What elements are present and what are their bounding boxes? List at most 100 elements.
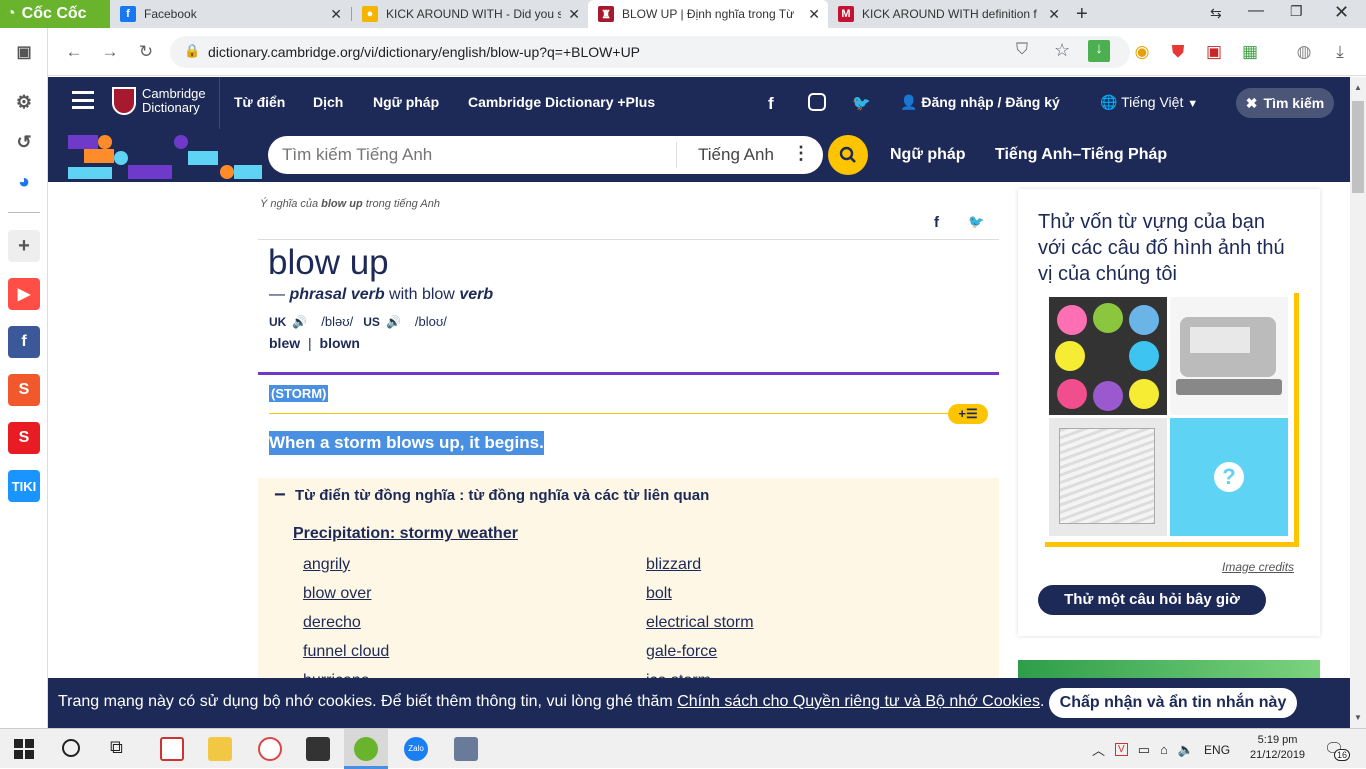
search-language-selector[interactable]: Tiếng Anh [698,145,774,165]
taskbar-app-sticky-icon[interactable] [306,737,330,761]
tab-kick-around-1[interactable]: ● KICK AROUND WITH - Did you spe ✕ [352,0,588,28]
hamburger-menu-icon[interactable] [72,91,94,109]
thesaurus-title[interactable]: Từ điển từ đồng nghĩa : từ đồng nghĩa và… [295,487,709,504]
more-options-icon[interactable]: ⋮ [792,143,810,164]
twitter-icon[interactable]: 🐦 [852,94,871,112]
synonym-link[interactable]: angrily [303,556,350,574]
coccoc-taskbar-icon[interactable] [354,737,378,761]
clock-date: 21/12/2019 [1250,749,1306,761]
taskbar-app-tool-icon[interactable] [454,737,478,761]
synonym-link[interactable]: blow over [303,585,371,603]
cookie-policy-link[interactable]: Chính sách cho Quyền riêng tư và Bộ nhớ … [677,693,1040,710]
tiki-icon[interactable]: TIKI [8,470,40,502]
url-text[interactable]: dictionary.cambridge.org/vi/dictionary/e… [208,44,640,60]
language-selector[interactable]: 🌐 Tiếng Việt ▼ [1100,94,1198,111]
tab-blow-up[interactable]: ♜ BLOW UP | Định nghĩa trong Từ điể ✕ [588,0,828,28]
profile-avatar[interactable]: ◍ [1292,40,1316,64]
close-icon[interactable]: ✕ [808,6,820,23]
facebook-icon: f [120,6,136,22]
quiz-button[interactable]: Thử một câu hỏi bây giờ [1038,585,1266,615]
synonym-link[interactable]: derecho [303,614,361,632]
language-indicator[interactable]: ENG [1204,743,1230,757]
add-to-wordlist-button[interactable]: +☰ [948,404,988,424]
thesaurus-category[interactable]: Precipitation: stormy weather [293,525,518,543]
subnav-english-french[interactable]: Tiếng Anh–Tiếng Pháp [995,146,1167,164]
login-link[interactable]: 👤 Đăng nhập / Đăng ký [900,94,1060,111]
nav-translate[interactable]: Dịch [313,94,343,110]
coccoc-logo[interactable]: ◔ Cốc Cốc [0,0,110,28]
windows-start-icon[interactable] [14,739,34,759]
extension-grid-icon[interactable]: ▦ [1238,40,1262,64]
search-button[interactable] [828,135,868,175]
messenger-icon[interactable]: ◕ [8,166,40,198]
page-scrollbar[interactable]: ▲ ▼ [1350,77,1366,728]
taskbar-app-calendar-icon[interactable] [160,737,184,761]
new-tab-icon[interactable]: + [1076,3,1088,26]
tab-menu-icon[interactable]: ⇆ [1210,5,1222,22]
bookmark-star-icon[interactable]: ☆ [1054,40,1070,61]
extension-shield-icon[interactable]: ⛊ [1166,40,1190,64]
search-toggle-button[interactable]: ✖ Tìm kiếm [1236,88,1334,118]
zalo-icon[interactable]: Zalo [404,737,428,761]
synonym-link[interactable]: blizzard [646,556,701,574]
extension-red-icon[interactable]: ▣ [1202,40,1226,64]
share-facebook-icon[interactable]: f [934,214,939,231]
volume-icon[interactable]: 🔈 [1178,742,1194,758]
close-icon[interactable]: ✕ [1048,6,1060,23]
download-icon[interactable]: ⤓ [1328,40,1352,64]
sendo-icon[interactable]: S [8,422,40,454]
forward-icon[interactable]: → [98,40,122,64]
address-bar[interactable]: 🔒 dictionary.cambridge.org/vi/dictionary… [170,36,1130,68]
synonym-link[interactable]: electrical storm [646,614,754,632]
quiz-image-frame[interactable]: ? [1045,293,1299,547]
synonym-link[interactable]: funnel cloud [303,643,389,661]
instagram-icon[interactable] [808,93,826,111]
tab-kick-around-2[interactable]: M KICK AROUND WITH definition fro ✕ [828,0,1068,28]
browser-sidebar: ▣ ⚙ ↺ ◕ + ▶ f S S TIKI [0,28,48,728]
nav-dictionary[interactable]: Từ điển [234,94,285,110]
ad-banner[interactable] [1018,660,1320,680]
close-icon[interactable]: ✕ [568,6,580,23]
shopee-icon[interactable]: S [8,374,40,406]
subnav-grammar[interactable]: Ngữ pháp [890,146,966,164]
network-icon[interactable]: ⌂ [1160,742,1168,757]
youtube-icon[interactable]: ▶ [8,278,40,310]
cortana-search-icon[interactable] [62,739,80,757]
task-view-icon[interactable]: ⧉ [110,737,123,758]
add-app-icon[interactable]: + [8,230,40,262]
close-window-icon[interactable]: ✕ [1334,2,1349,23]
battery-icon[interactable]: ▭ [1138,742,1150,758]
accept-cookies-button[interactable]: Chấp nhận và ẩn tin nhắn này [1049,688,1297,718]
facebook-app-icon[interactable]: f [8,326,40,358]
taskbar-app-paint-icon[interactable] [258,737,282,761]
tray-app-icon[interactable]: V [1115,743,1128,756]
cambridge-logo[interactable]: Cambridge Dictionary [112,87,206,115]
extension-chrome-icon[interactable]: ◉ [1130,40,1154,64]
synonym-link[interactable]: bolt [646,585,672,603]
nav-grammar[interactable]: Ngữ pháp [373,94,439,110]
settings-icon[interactable]: ⚙ [8,86,40,118]
clock[interactable]: 5:19 pm 21/12/2019 [1250,733,1305,763]
show-hidden-icons-icon[interactable]: ︿ [1092,740,1105,759]
nav-plus[interactable]: Cambridge Dictionary +Plus [468,94,655,110]
file-explorer-icon[interactable] [208,737,232,761]
shield-icon[interactable]: ⛉ [1016,41,1028,59]
back-icon[interactable]: ← [62,40,86,64]
close-icon[interactable]: ✕ [330,6,342,23]
minimize-icon[interactable]: — [1248,2,1264,20]
history-icon[interactable]: ↺ [8,126,40,158]
synonym-link[interactable]: gale-force [646,643,717,661]
collapse-icon[interactable]: − [274,484,286,507]
sidebar-toggle-icon[interactable]: ▣ [8,36,40,68]
us-audio-icon[interactable]: 🔊 [386,315,401,329]
scrollbar-thumb[interactable] [1352,101,1364,193]
tab-facebook[interactable]: f Facebook ✕ [110,0,350,28]
reload-icon[interactable]: ↻ [134,40,158,64]
download-arrow-icon[interactable]: ↓ [1088,40,1110,62]
image-credits-link[interactable]: Image credits [1222,560,1294,574]
maximize-icon[interactable]: ❐ [1290,3,1303,20]
search-input[interactable] [282,145,662,165]
uk-audio-icon[interactable]: 🔊 [292,315,307,329]
share-twitter-icon[interactable]: 🐦 [968,214,984,230]
facebook-icon[interactable]: f [768,94,774,114]
